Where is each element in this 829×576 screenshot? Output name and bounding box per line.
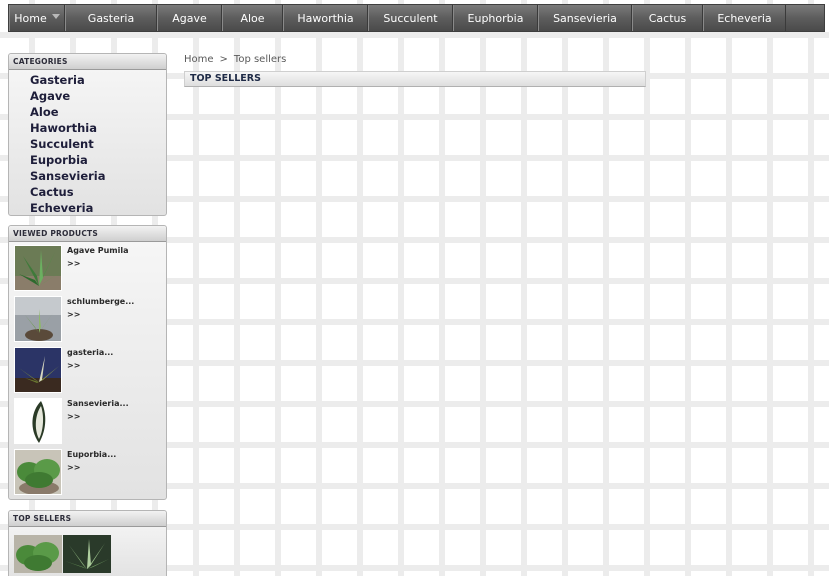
viewed-products-header: VIEWED PRODUCTS xyxy=(9,226,166,242)
category-link-gasteria[interactable]: Gasteria xyxy=(30,72,166,88)
viewed-product-name[interactable]: Agave Pumila xyxy=(67,246,129,255)
viewed-product-name[interactable]: Sansevieria... xyxy=(67,399,129,408)
section-title: TOP SELLERS xyxy=(190,73,261,84)
viewed-product-more-link[interactable]: >> xyxy=(67,361,80,370)
top-seller-photo-icon[interactable] xyxy=(63,535,111,573)
viewed-product-item: Euporbia... >> xyxy=(9,446,166,497)
nav-item-label: Succulent xyxy=(383,11,438,25)
nav-item-succulent[interactable]: Succulent xyxy=(368,5,453,31)
category-list: Gasteria Agave Aloe Haworthia Succulent … xyxy=(9,70,166,216)
category-link-haworthia[interactable]: Haworthia xyxy=(30,120,166,136)
viewed-products-box: VIEWED PRODUCTS Agave Pumila >> schlumbe… xyxy=(8,225,167,500)
category-link-euporbia[interactable]: Euporbia xyxy=(30,152,166,168)
category-link-sansevieria[interactable]: Sansevieria xyxy=(30,168,166,184)
nav-item-label: Sansevieria xyxy=(553,11,617,25)
category-link-agave[interactable]: Agave xyxy=(30,88,166,104)
breadcrumb: Home > Top sellers xyxy=(184,54,286,65)
nav-item-label: Haworthia xyxy=(297,11,354,25)
categories-header: CATEGORIES xyxy=(9,54,166,70)
nav-item-label: Euphorbia xyxy=(467,11,524,25)
top-seller-photo-icon[interactable] xyxy=(14,535,62,573)
nav-item-agave[interactable]: Agave xyxy=(157,5,222,31)
category-link-cactus[interactable]: Cactus xyxy=(30,184,166,200)
category-link-aloe[interactable]: Aloe xyxy=(30,104,166,120)
nav-item-cactus[interactable]: Cactus xyxy=(632,5,703,31)
category-link-succulent[interactable]: Succulent xyxy=(30,136,166,152)
nav-item-label: Home xyxy=(14,11,47,25)
viewed-product-name[interactable]: schlumberge... xyxy=(67,297,134,306)
breadcrumb-current: Top sellers xyxy=(233,54,287,65)
nav-item-gasteria[interactable]: Gasteria xyxy=(65,5,157,31)
viewed-product-more-link[interactable]: >> xyxy=(67,463,80,472)
viewed-product-name[interactable]: gasteria... xyxy=(67,348,113,357)
viewed-product-item: Agave Pumila >> xyxy=(9,242,166,293)
viewed-product-more-link[interactable]: >> xyxy=(67,259,80,268)
breadcrumb-separator: > xyxy=(219,54,228,65)
viewed-product-item: Sansevieria... >> xyxy=(9,395,166,446)
viewed-product-name[interactable]: Euporbia... xyxy=(67,450,116,459)
category-link-echeveria[interactable]: Echeveria xyxy=(30,200,166,216)
viewed-product-item: gasteria... >> xyxy=(9,344,166,395)
breadcrumb-home-link[interactable]: Home xyxy=(184,54,214,65)
nav-item-euphorbia[interactable]: Euphorbia xyxy=(453,5,538,31)
nav-item-label: Aloe xyxy=(240,11,265,25)
sansevieria-photo-icon[interactable] xyxy=(14,398,62,444)
categories-box: CATEGORIES Gasteria Agave Aloe Haworthia… xyxy=(8,53,167,216)
top-sellers-box: TOP SELLERS xyxy=(8,510,167,576)
euphorbia-photo-icon[interactable] xyxy=(14,449,62,495)
nav-item-echeveria[interactable]: Echeveria xyxy=(703,5,786,31)
nav-item-label: Cactus xyxy=(648,11,687,25)
gasteria-photo-icon[interactable] xyxy=(14,347,62,393)
viewed-product-more-link[interactable]: >> xyxy=(67,310,80,319)
nav-item-label: Gasteria xyxy=(87,11,135,25)
nav-item-aloe[interactable]: Aloe xyxy=(222,5,283,31)
top-navigation-bar: Home Gasteria Agave Aloe Haworthia Succu… xyxy=(8,4,825,32)
nav-item-haworthia[interactable]: Haworthia xyxy=(283,5,368,31)
nav-item-label: Agave xyxy=(172,11,207,25)
agave-photo-icon[interactable] xyxy=(14,245,62,291)
nav-item-label: Echeveria xyxy=(717,11,772,25)
schlumbergera-photo-icon[interactable] xyxy=(14,296,62,342)
nav-item-home[interactable]: Home xyxy=(9,5,65,31)
nav-item-sansevieria[interactable]: Sansevieria xyxy=(538,5,632,31)
dropdown-arrow-icon xyxy=(51,14,60,19)
viewed-product-item: schlumberge... >> xyxy=(9,293,166,344)
top-sellers-header: TOP SELLERS xyxy=(9,511,166,527)
section-title-bar: TOP SELLERS xyxy=(184,71,646,87)
viewed-product-more-link[interactable]: >> xyxy=(67,412,80,421)
